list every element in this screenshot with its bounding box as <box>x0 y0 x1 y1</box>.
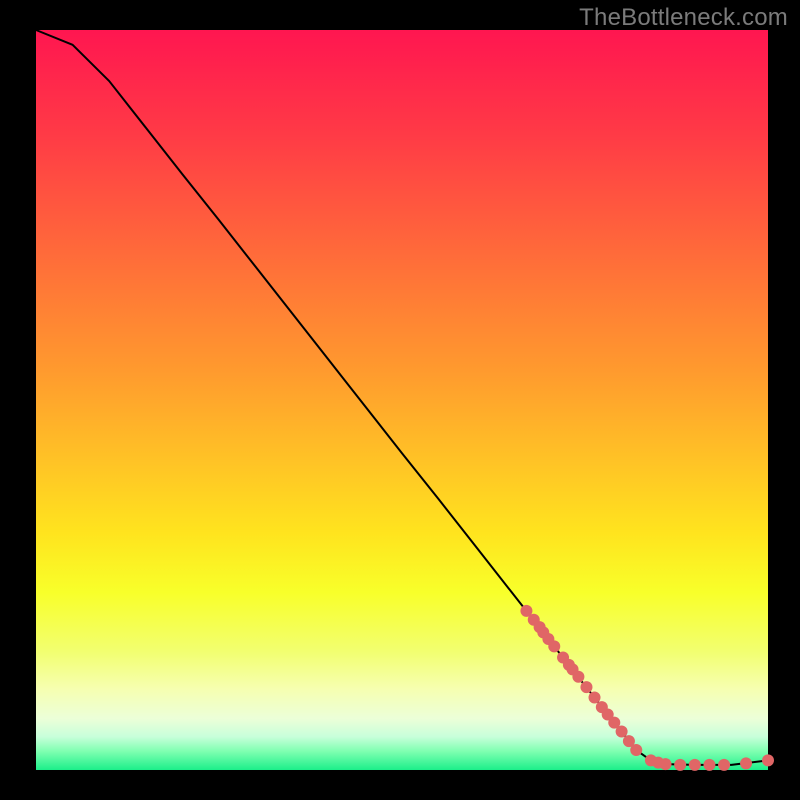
data-marker <box>718 759 730 771</box>
data-marker <box>762 754 774 766</box>
chart-svg <box>36 30 768 770</box>
data-marker <box>589 691 601 703</box>
data-marker <box>703 759 715 771</box>
data-marker <box>580 681 592 693</box>
chart-frame: TheBottleneck.com <box>0 0 800 800</box>
data-marker <box>616 726 628 738</box>
data-marker <box>689 759 701 771</box>
data-marker <box>660 758 672 770</box>
data-marker <box>674 759 686 771</box>
watermark-text: TheBottleneck.com <box>579 4 788 32</box>
data-marker <box>630 744 642 756</box>
data-marker <box>572 671 584 683</box>
data-marker <box>740 757 752 769</box>
bottleneck-curve <box>36 30 768 765</box>
data-marker <box>548 640 560 652</box>
plot-area <box>36 30 768 770</box>
